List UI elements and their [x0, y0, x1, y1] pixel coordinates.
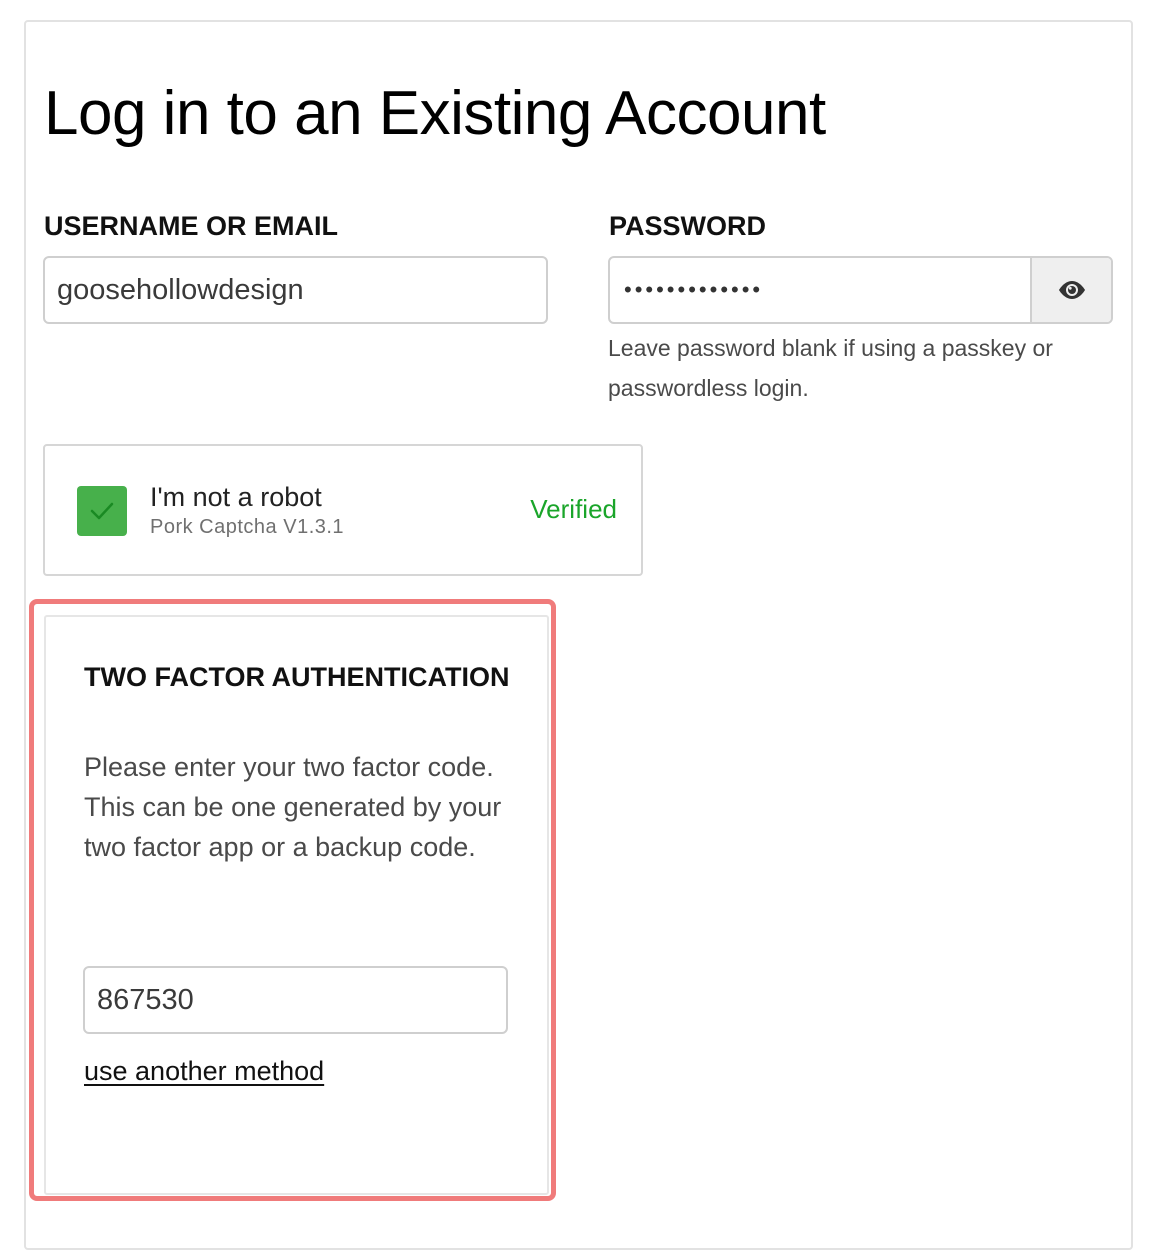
checkmark-icon	[90, 502, 114, 520]
password-label: PASSWORD	[609, 211, 767, 241]
password-input[interactable]	[610, 258, 1032, 322]
captcha-checkbox[interactable]	[77, 486, 127, 536]
two-factor-description: Please enter your two factor code. This …	[84, 752, 502, 862]
captcha-status: Verified	[530, 494, 617, 524]
use-another-method-link[interactable]: use another method	[84, 1056, 324, 1087]
password-field-group	[608, 256, 1113, 324]
page-title: Log in to an Existing Account	[44, 79, 826, 148]
password-help-text: Leave password blank if using a passkey …	[608, 335, 1053, 401]
captcha-label: I'm not a robot	[150, 482, 322, 512]
username-label: USERNAME OR EMAIL	[44, 211, 339, 241]
eye-icon	[1058, 281, 1085, 299]
two-factor-heading: TWO FACTOR AUTHENTICATION	[84, 662, 510, 692]
captcha-provider: Pork Captcha V1.3.1	[150, 516, 345, 538]
two-factor-code-input[interactable]	[83, 966, 508, 1034]
username-input[interactable]	[43, 256, 548, 324]
show-password-button[interactable]	[1030, 258, 1111, 322]
captcha-widget: I'm not a robot Pork Captcha V1.3.1 Veri…	[43, 444, 643, 576]
